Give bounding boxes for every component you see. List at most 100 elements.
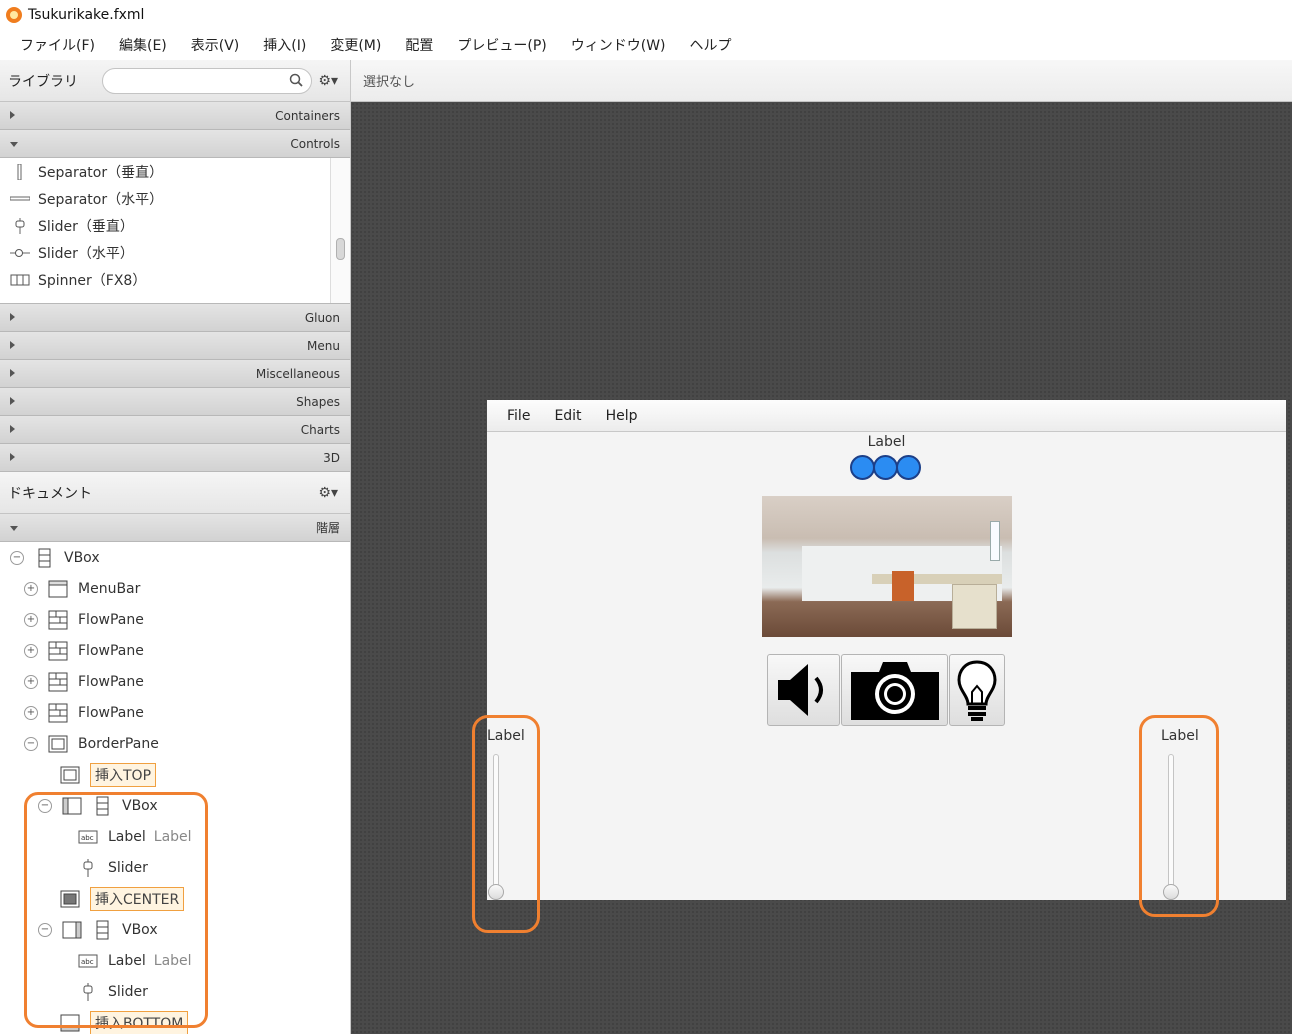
section-label: Controls: [290, 136, 340, 151]
document-title: ドキュメント: [8, 485, 92, 502]
section-label: Gluon: [304, 310, 340, 325]
speaker-icon: [777, 664, 823, 716]
tree-node-label: FlowPane: [78, 611, 144, 628]
section-miscellaneous[interactable]: Miscellaneous: [0, 360, 350, 388]
library-search-input[interactable]: [103, 68, 283, 93]
flowpane-icon: [48, 610, 68, 630]
library-item-separator-vertical[interactable]: Separator（垂直）: [0, 158, 350, 185]
blue-circle[interactable]: [896, 455, 921, 480]
menubar-icon: [48, 579, 68, 599]
section-label: 階層: [315, 521, 340, 535]
collapse-arrow-icon: [10, 142, 18, 147]
menu-file[interactable]: ファイル(F): [8, 35, 107, 55]
section-menu[interactable]: Menu: [0, 332, 350, 360]
room-photo-image[interactable]: [762, 496, 1012, 637]
section-label: Menu: [307, 338, 340, 353]
separator-vertical-icon: [10, 163, 30, 180]
expand-toggle-icon[interactable]: +: [24, 612, 38, 627]
expand-arrow-icon: [10, 369, 15, 377]
library-item-label: Separator（垂直）: [38, 164, 164, 181]
lightbulb-button[interactable]: [949, 654, 1005, 726]
tree-node-insert-top[interactable]: 挿入TOP: [60, 759, 157, 790]
tree-node-borderpane[interactable]: − BorderPane: [24, 728, 159, 759]
expand-toggle-icon[interactable]: +: [24, 705, 38, 720]
expand-arrow-icon: [10, 397, 15, 405]
menu-view[interactable]: 表示(V): [179, 35, 252, 55]
menu-edit[interactable]: 編集(E): [107, 35, 179, 55]
document-header: ドキュメント ⚙▾: [0, 472, 350, 514]
tree-node-vbox-root[interactable]: − VBox: [10, 542, 100, 573]
section-label: Charts: [300, 422, 340, 437]
slider-horizontal-icon: [10, 245, 30, 261]
section-hierarchy[interactable]: 階層: [0, 514, 350, 542]
tree-node-flowpane[interactable]: + FlowPane: [24, 666, 144, 697]
expand-toggle-icon[interactable]: +: [24, 674, 38, 689]
controls-scrollbar[interactable]: [330, 158, 350, 303]
speaker-button[interactable]: [767, 654, 840, 726]
collapse-toggle-icon[interactable]: −: [10, 550, 24, 565]
window-title: Tsukurikake.fxml: [28, 7, 145, 23]
library-header: ライブラリ ⚙▾: [0, 60, 350, 102]
section-gluon[interactable]: Gluon: [0, 304, 350, 332]
library-item-separator-horizontal[interactable]: Separator（水平）: [0, 185, 350, 212]
expand-toggle-icon[interactable]: +: [24, 643, 38, 658]
camera-button[interactable]: [841, 654, 948, 726]
scrollbar-thumb[interactable]: [336, 238, 345, 260]
library-search: [102, 67, 312, 94]
library-item-label: Slider（水平）: [38, 245, 134, 262]
collapse-arrow-icon: [10, 526, 18, 531]
menu-help[interactable]: ヘルプ: [678, 35, 744, 55]
spinner-icon: [10, 272, 30, 288]
preview-menu-help[interactable]: Help: [594, 408, 650, 424]
tree-node-label: FlowPane: [78, 642, 144, 659]
tree-node-flowpane[interactable]: + FlowPane: [24, 604, 144, 635]
tree-node-flowpane[interactable]: + FlowPane: [24, 635, 144, 666]
section-containers[interactable]: Containers: [0, 102, 350, 130]
preview-circles[interactable]: [850, 455, 921, 480]
section-3d[interactable]: 3D: [0, 444, 350, 472]
selection-status: 選択なし: [363, 75, 416, 90]
library-item-slider-horizontal[interactable]: Slider（水平）: [0, 239, 350, 266]
menu-window[interactable]: ウィンドウ(W): [559, 35, 678, 55]
expand-toggle-icon[interactable]: +: [24, 581, 38, 596]
section-controls[interactable]: Controls: [0, 130, 350, 158]
controls-list: Separator（垂直） Separator（水平） Slider（垂直） S…: [0, 158, 350, 304]
expand-arrow-icon: [10, 341, 15, 349]
preview-menu-file[interactable]: File: [495, 408, 542, 424]
section-label: 3D: [323, 450, 340, 465]
tree-node-label: MenuBar: [78, 580, 141, 597]
menu-modify[interactable]: 変更(M): [318, 35, 393, 55]
preview-menubar[interactable]: File Edit Help: [487, 400, 1286, 432]
library-item-spinner[interactable]: Spinner（FX8）: [0, 266, 350, 293]
preview-menu-edit[interactable]: Edit: [542, 408, 593, 424]
document-settings-gear-icon[interactable]: ⚙▾: [318, 485, 338, 501]
blue-circle[interactable]: [850, 455, 875, 480]
tree-node-flowpane[interactable]: + FlowPane: [24, 697, 144, 728]
expand-arrow-icon: [10, 111, 15, 119]
menu-insert[interactable]: 挿入(I): [251, 35, 318, 55]
library-settings-gear-icon[interactable]: ⚙▾: [318, 73, 338, 89]
blue-circle[interactable]: [873, 455, 898, 480]
section-shapes[interactable]: Shapes: [0, 388, 350, 416]
flowpane-icon: [48, 703, 68, 723]
insert-slot-label: 挿入TOP: [90, 762, 157, 787]
borderpane-top-slot-icon: [60, 765, 80, 785]
collapse-toggle-icon[interactable]: −: [24, 736, 38, 751]
preview-top-label[interactable]: Label: [487, 434, 1286, 450]
lightbulb-icon: [957, 660, 997, 721]
tree-node-menubar[interactable]: + MenuBar: [24, 573, 140, 604]
flowpane-icon: [48, 672, 68, 692]
hierarchy-tree: − VBox + MenuBar + FlowPane + FlowPane +…: [0, 542, 350, 1034]
photo-chair: [892, 571, 914, 601]
library-item-label: Spinner（FX8）: [38, 272, 147, 289]
photo-window: [990, 521, 1000, 561]
library-item-slider-vertical[interactable]: Slider（垂直）: [0, 212, 350, 239]
tree-node-label: VBox: [64, 549, 100, 566]
vbox-icon: [34, 548, 54, 568]
tree-node-label: FlowPane: [78, 704, 144, 721]
annotation-left-slider-box: [472, 715, 540, 933]
section-label: Containers: [275, 108, 340, 123]
menu-preview[interactable]: プレビュー(P): [445, 35, 558, 55]
menu-arrange[interactable]: 配置: [393, 35, 445, 55]
section-charts[interactable]: Charts: [0, 416, 350, 444]
